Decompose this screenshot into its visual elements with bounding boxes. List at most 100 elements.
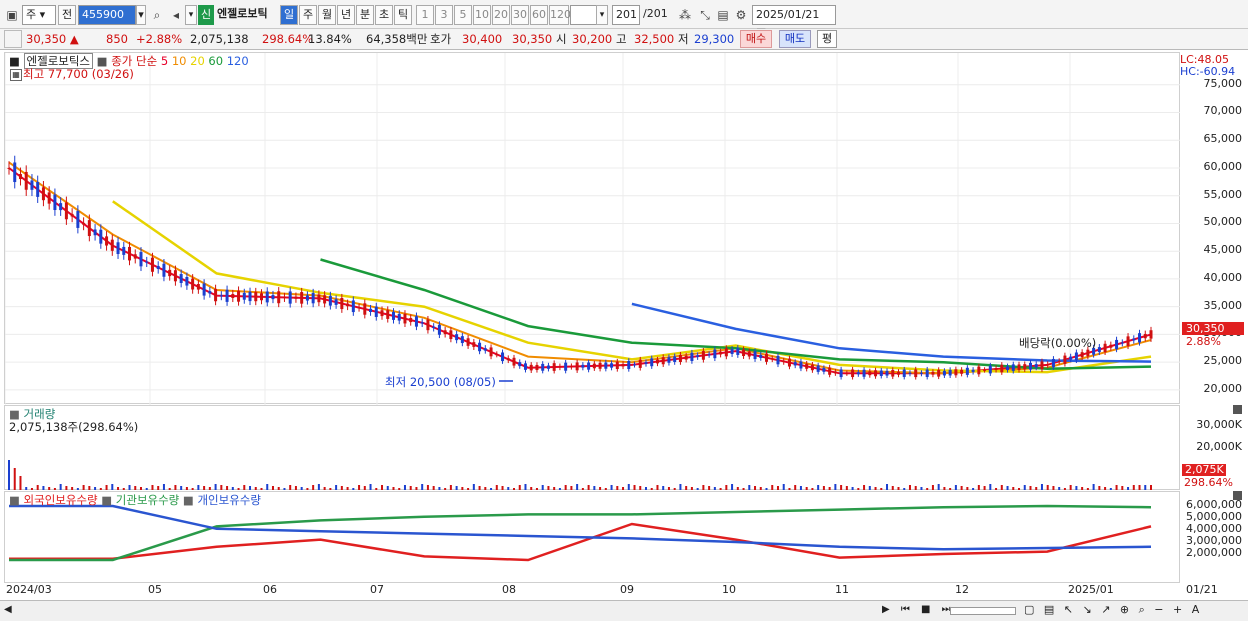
candle-body <box>960 369 964 374</box>
candle-body <box>1006 366 1010 370</box>
holdings-tick-5: 6,000,000 <box>1186 498 1242 511</box>
calendar-icon[interactable]: ▦ <box>10 69 22 81</box>
last-price-tag: 30,350 <box>1182 322 1244 335</box>
chevron-down-icon[interactable]: ▾ <box>136 5 146 25</box>
volume-bar <box>983 486 986 490</box>
volume-bar <box>553 487 556 490</box>
tool-icons[interactable]: ▢ ▤ ↖ ↘ ↗ ⊕ ⌕ − + A <box>1024 603 1202 617</box>
interval-tab-1[interactable]: 3 <box>435 5 453 25</box>
period-tab-6[interactable]: 틱 <box>394 5 412 25</box>
volume-bar <box>490 488 493 490</box>
candle-body <box>242 292 246 300</box>
count-total: /201 <box>643 7 668 20</box>
save-icon[interactable]: ▤ <box>714 5 732 25</box>
interval-tab-2[interactable]: 5 <box>454 5 472 25</box>
candle-body <box>1074 352 1078 361</box>
candle-body <box>845 373 849 375</box>
holdings-panel[interactable]: ■ 외국인보유수량 ■ 기관보유수량 ■ 개인보유수량 <box>4 491 1180 583</box>
volume-bar <box>587 485 590 490</box>
window-icon[interactable]: ▣ <box>3 5 21 25</box>
candle-body <box>254 292 258 302</box>
candle-body <box>351 300 355 313</box>
volume-panel[interactable]: ■ 거래량 2,075,138주(298.64%) <box>4 405 1180 490</box>
eval-button[interactable]: 평 <box>817 30 837 48</box>
period-tab-3[interactable]: 년 <box>337 5 355 25</box>
volume-bar <box>937 484 940 490</box>
holdings-y-axis[interactable]: 2,000,000 3,000,000 4,000,000 5,000,000 6,00… <box>1180 491 1248 583</box>
candle-body <box>799 361 803 369</box>
period-tab-5[interactable]: 초 <box>375 5 393 25</box>
volume-bar <box>662 486 665 490</box>
candle-body <box>1126 336 1130 346</box>
buy-button[interactable]: 매수 <box>740 30 772 48</box>
candle-body <box>730 349 734 354</box>
volume-bar <box>461 487 464 490</box>
candle-body <box>489 347 493 357</box>
price-chart-panel[interactable]: ■ 엔젤로보틱스 ■ 종가 단순 5 10 20 60 120 최고 77,70… <box>4 52 1181 405</box>
period-tab-1[interactable]: 주 <box>299 5 317 25</box>
volume-bar <box>857 488 860 490</box>
interval-tab-3[interactable]: 10 <box>473 5 491 25</box>
volume-bar <box>719 488 722 490</box>
interval-tab-6[interactable]: 60 <box>530 5 548 25</box>
candle-body <box>41 187 45 201</box>
speaker-icon[interactable]: ◂ <box>167 5 185 25</box>
volume-bar <box>472 484 475 490</box>
sell-button[interactable]: 매도 <box>779 30 811 48</box>
candle-body <box>678 354 682 363</box>
legend-marker-icon: ■ <box>182 493 198 507</box>
holdings-legend-1: 기관보유수량 <box>115 493 183 507</box>
volume-bar <box>128 485 131 490</box>
volume-bar <box>375 488 378 490</box>
count-input[interactable]: 201 <box>612 5 640 25</box>
volume-y-axis[interactable]: 30,000K 20,000K 2,075K 298.64% <box>1180 405 1248 490</box>
price-chart-svg <box>5 53 1181 405</box>
prev-button[interactable]: 전 <box>58 5 76 25</box>
candle-body <box>1149 330 1153 339</box>
scroll-left-icon[interactable]: ◀ <box>4 604 12 615</box>
candle-body <box>1011 364 1015 371</box>
volume-bar <box>346 487 349 490</box>
volume-tick-1: 20,000K <box>1196 440 1242 453</box>
x-label-0: 2024/03 <box>6 583 52 596</box>
candle-body <box>1028 362 1032 370</box>
period-tab-4[interactable]: 분 <box>356 5 374 25</box>
price-y-axis[interactable]: LC:48.05 HC:-60.94 20,00025,00030,00035,… <box>1180 52 1248 404</box>
search-icon[interactable]: ⌕ <box>148 5 166 25</box>
candle-body <box>1097 347 1101 353</box>
period-tab-2[interactable]: 월 <box>318 5 336 25</box>
date-input[interactable]: 2025/01/21 ▦ <box>752 5 836 39</box>
volume-bar <box>438 487 441 490</box>
gear-icon[interactable]: ⚙ <box>732 5 750 25</box>
draw-tool-icon[interactable]: ⤡ <box>696 5 714 25</box>
stock-menu-button[interactable]: ▾ <box>185 5 197 25</box>
volume-bar <box>226 486 229 490</box>
candle-body <box>701 351 705 360</box>
candle-body <box>110 239 114 251</box>
volume-bar <box>897 487 900 490</box>
volume-bar <box>673 488 676 490</box>
panel-close-icon[interactable] <box>1233 405 1242 414</box>
playback-controls[interactable]: ▶ ⏮ ■ ⏭ <box>882 604 955 615</box>
candle-body <box>214 288 218 302</box>
interval-tab-7[interactable]: 120 <box>549 5 571 25</box>
turnover: 13.84% <box>308 32 352 46</box>
holdings-tick-4: 5,000,000 <box>1186 510 1242 523</box>
stock-code-input[interactable]: 455900 <box>78 5 136 25</box>
volume-bar <box>863 485 866 490</box>
candle-body <box>202 283 206 296</box>
compare-icon[interactable]: ⁂ <box>676 5 694 25</box>
market-select[interactable]: 주 ▾ <box>22 5 56 25</box>
x-label-1: 05 <box>148 583 162 596</box>
interval-tab-5[interactable]: 30 <box>511 5 529 25</box>
chevron-down-icon[interactable]: ▾ <box>596 5 608 25</box>
candle-body <box>655 359 659 364</box>
interval-tab-0[interactable]: 1 <box>416 5 434 25</box>
interval-tab-4[interactable]: 20 <box>492 5 510 25</box>
candle-body <box>759 354 763 358</box>
period-tab-0[interactable]: 일 <box>280 5 298 25</box>
candle-body <box>564 362 568 371</box>
zoom-slider[interactable] <box>950 607 1016 615</box>
volume-bar <box>570 486 573 490</box>
candle-body <box>82 222 86 225</box>
